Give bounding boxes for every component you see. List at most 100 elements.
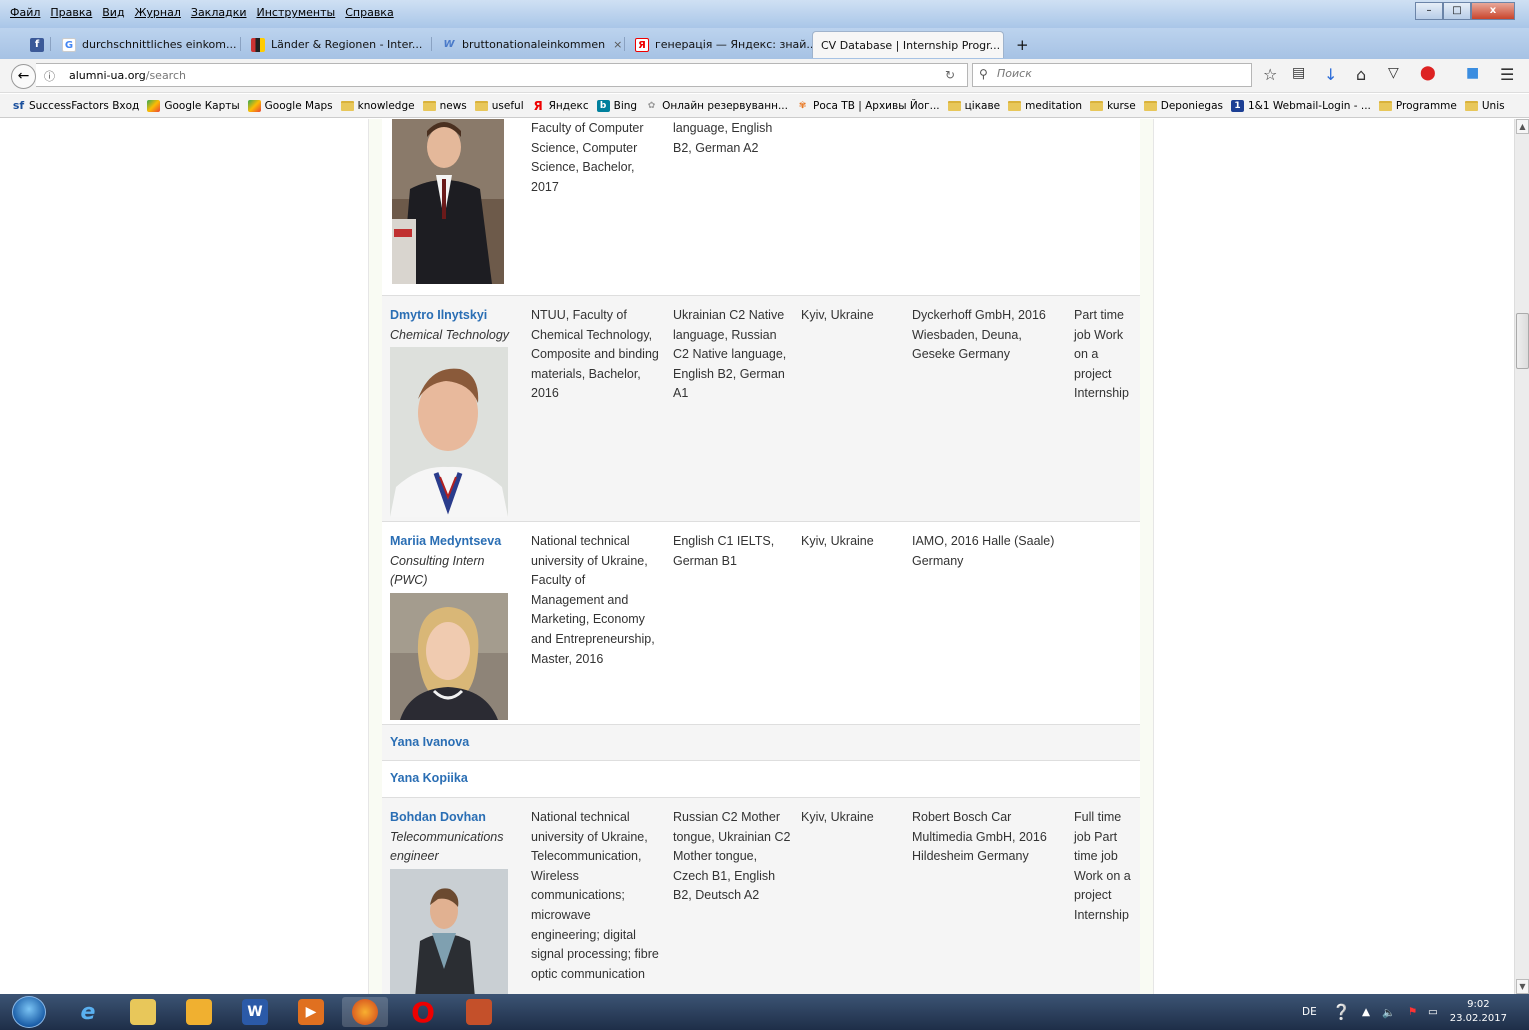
tab-title: durchschnittliches einkom... (82, 38, 237, 51)
help-icon[interactable]: ❔ (1332, 994, 1351, 1030)
tab-cv-database[interactable]: CV Database | Internship Progr... × (812, 31, 1004, 58)
taskbar-paint[interactable] (176, 997, 222, 1027)
internship-cell: IAMO, 2016 Halle (Saale) Germany (912, 534, 1055, 568)
folder-icon (947, 100, 961, 111)
volume-icon[interactable]: 🔈 (1382, 994, 1395, 1030)
taskbar-ie[interactable]: e (65, 997, 111, 1027)
internship-cell: Robert Bosch Car Multimedia GmbH, 2016 H… (912, 810, 1047, 864)
taskbar-firefox[interactable] (342, 997, 388, 1027)
show-hidden-icons[interactable]: ▲ (1362, 994, 1370, 1030)
folder-icon (422, 100, 436, 111)
taskbar-word[interactable]: W (232, 997, 278, 1027)
bookmark-booking[interactable]: ✿ Онлайн резервуванн... (645, 100, 788, 112)
taskbar-explorer[interactable] (120, 997, 166, 1027)
reading-list-icon[interactable]: ▤ (1292, 65, 1305, 81)
explorer-icon (130, 999, 156, 1025)
bookmark-google-karty[interactable]: Google Карты (147, 99, 240, 112)
tab-wikipedia[interactable]: W bruttonationaleinkommen × (434, 31, 622, 58)
maximize-button[interactable]: □ (1443, 2, 1471, 20)
scroll-up-button[interactable]: ▲ (1516, 119, 1529, 134)
candidate-name-link[interactable]: Mariia Medyntseva (390, 532, 518, 552)
ie-icon: e (80, 999, 96, 1025)
search-input[interactable] (997, 67, 1237, 80)
menu-bar: Файл Правка Вид Журнал Закладки Инструме… (0, 0, 1529, 28)
language-indicator[interactable]: DE (1302, 994, 1317, 1030)
media-player-icon: ▶ (298, 999, 324, 1025)
bookmark-meditation[interactable]: meditation (1008, 100, 1082, 112)
profile-photo (390, 868, 508, 994)
reload-icon[interactable]: ↻ (945, 68, 955, 82)
notifications-icon[interactable]: ■ (1466, 65, 1479, 81)
close-tab-icon[interactable]: × (422, 38, 429, 51)
tab-google[interactable]: G durchschnittliches einkom... × (54, 31, 238, 58)
bookmark-kurse[interactable]: kurse (1090, 100, 1136, 112)
tab-yandex[interactable]: Я генерація — Яндекс: знай... × (627, 31, 813, 58)
action-center-icon[interactable]: ⚑ (1408, 994, 1417, 1030)
folder-icon (474, 100, 488, 111)
bookmark-successfactors[interactable]: sf SuccessFactors Вход (12, 99, 140, 112)
vertical-scrollbar[interactable]: ▲ ▼ (1514, 119, 1529, 994)
bookmark-bing[interactable]: b Bing (596, 99, 637, 112)
tab-facebook[interactable]: f (22, 31, 50, 58)
menu-view[interactable]: Вид (102, 6, 124, 19)
education-cell: National technical university of Ukraine… (531, 810, 659, 981)
candidate-name-link[interactable]: Bohdan Dovhan (390, 808, 518, 828)
menu-edit[interactable]: Правка (50, 6, 92, 19)
scrollbar-thumb[interactable] (1516, 313, 1529, 369)
menu-file[interactable]: Файл (10, 6, 40, 19)
menu-bookmarks[interactable]: Закладки (191, 6, 247, 19)
maps-icon (247, 99, 261, 112)
tab-laender[interactable]: Länder & Regionen - Inter... × (243, 31, 429, 58)
bookmark-google-maps[interactable]: Google Maps (247, 99, 333, 112)
bookmark-useful[interactable]: useful (474, 100, 524, 112)
system-clock[interactable]: 9:02 23.02.2017 (1450, 998, 1507, 1026)
network-icon[interactable]: ▭ (1428, 994, 1438, 1030)
bookmark-deponiegas[interactable]: Deponiegas (1143, 100, 1223, 112)
new-tab-button[interactable]: + (1008, 31, 1032, 58)
minimize-button[interactable]: – (1415, 2, 1443, 20)
info-icon[interactable]: ⓘ (44, 68, 55, 84)
menu-help[interactable]: Справка (345, 6, 393, 19)
candidate-role: Chemical Technology (390, 327, 510, 342)
search-box[interactable]: ⚲ (972, 63, 1252, 87)
download-icon[interactable]: ↓ (1324, 65, 1337, 84)
bookmark-knowledge[interactable]: knowledge (340, 100, 415, 112)
home-icon[interactable]: ⌂ (1356, 65, 1366, 84)
menu-tools[interactable]: Инструменты (257, 6, 336, 19)
bookmark-rosa-tv[interactable]: ✾ Роса ТВ | Архивы Йог... (796, 100, 940, 112)
navigation-bar: ← ⓘ alumni-ua.org/search ↻ ⚲ ☆ ▤ ↓ ⌂ ▽ ⬤… (0, 59, 1529, 93)
bing-icon: b (596, 99, 610, 112)
close-tab-icon[interactable]: × (1000, 39, 1003, 52)
back-button[interactable]: ← (11, 64, 36, 89)
bookmark-programme[interactable]: Programme (1378, 100, 1457, 112)
pocket-icon[interactable]: ▽ (1388, 65, 1399, 81)
candidate-name-link[interactable]: Yana Kopiika (390, 769, 518, 789)
bookmark-tsikave[interactable]: цікаве (947, 100, 1000, 112)
bookmark-yandex[interactable]: Я Яндекс (532, 100, 589, 112)
bookmark-news[interactable]: news (422, 100, 467, 112)
start-button[interactable] (12, 996, 46, 1028)
bookmark-webmail[interactable]: 1 1&1 Webmail-Login - ... (1231, 99, 1371, 112)
location-cell: Kyiv, Ukraine (801, 810, 874, 824)
candidate-cell: Mariia Medyntseva Consulting Intern (PWC… (390, 532, 518, 726)
bookmark-unis[interactable]: Unis (1464, 100, 1505, 112)
menu-hamburger-icon[interactable]: ☰ (1500, 65, 1514, 84)
close-tab-icon[interactable]: × (605, 38, 622, 51)
url-bar[interactable]: ⓘ alumni-ua.org/search ↻ (36, 63, 968, 87)
close-window-button[interactable]: x (1471, 2, 1515, 20)
menu-history[interactable]: Журнал (135, 6, 181, 19)
close-tab-icon[interactable]: × (237, 38, 239, 51)
candidate-name-link[interactable]: Dmytro Ilnytskyi (390, 306, 518, 326)
tab-bar: f G durchschnittliches einkom... × Lände… (0, 28, 1529, 59)
taskbar-media-player[interactable]: ▶ (288, 997, 334, 1027)
adblock-icon[interactable]: ⬤ (1420, 65, 1436, 81)
taskbar-opera[interactable]: O (400, 996, 446, 1029)
firefox-icon (352, 999, 378, 1025)
word-icon: W (242, 999, 268, 1025)
taskbar-app[interactable] (456, 997, 502, 1027)
chart-icon (251, 37, 265, 52)
candidate-name-link[interactable]: Yana Ivanova (390, 733, 518, 753)
scroll-down-button[interactable]: ▼ (1516, 979, 1529, 994)
bookmark-star-icon[interactable]: ☆ (1263, 65, 1277, 84)
wikipedia-icon: W (443, 38, 455, 50)
